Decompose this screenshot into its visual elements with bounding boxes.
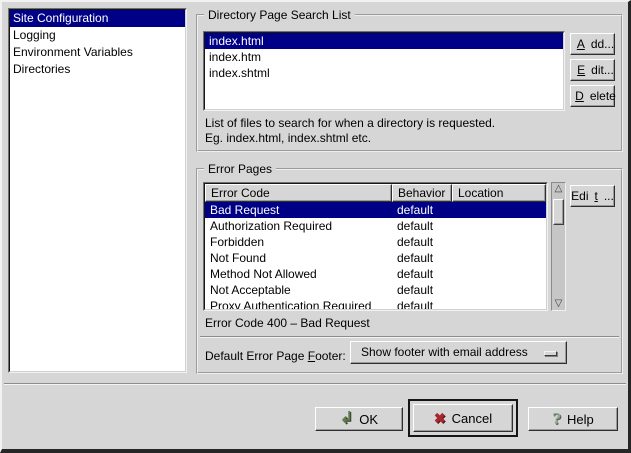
scrollbar-thumb[interactable]	[553, 199, 564, 225]
add-button-label-rest: dd...	[591, 37, 614, 51]
cell-behavior: default	[392, 234, 452, 250]
table-row-proxy-authentication-required[interactable]: Proxy Authentication Required default	[205, 298, 546, 309]
cell-location	[452, 298, 546, 309]
cell-error-code: Not Acceptable	[205, 282, 392, 298]
directory-file-list: index.html index.htm index.shtml	[203, 31, 565, 111]
site-configuration-dialog: Site Configuration Logging Environment V…	[0, 0, 631, 453]
table-row-not-acceptable[interactable]: Not Acceptable default	[205, 282, 546, 298]
edit-button-label-rest: dit...	[591, 63, 614, 77]
footer-label-mnemonic: F	[308, 349, 315, 363]
table-scrollbar[interactable]: △ ▽	[551, 182, 566, 311]
delete-button-mnemonic: D	[575, 89, 584, 103]
table-body: Bad Request default Authorization Requir…	[205, 202, 546, 309]
edit-button-mnemonic: E	[577, 63, 585, 77]
sidebar-item-environment-variables[interactable]: Environment Variables	[10, 44, 185, 61]
edit-file-button[interactable]: Edit...	[570, 59, 615, 81]
help-button[interactable]: ? Help	[528, 407, 618, 431]
column-header-location[interactable]: Location	[452, 184, 546, 202]
delete-button-label-rest: elete	[590, 89, 616, 103]
cell-location	[452, 218, 546, 234]
error-pages-group: Error Pages Error Code Behavior Location…	[196, 168, 623, 374]
cell-behavior: default	[392, 266, 452, 282]
cell-error-code: Forbidden	[205, 234, 392, 250]
add-button-mnemonic: A	[577, 37, 585, 51]
scroll-down-icon[interactable]: ▽	[552, 298, 565, 310]
directory-page-search-group: Directory Page Search List index.html in…	[196, 14, 623, 152]
ok-button-label: OK	[359, 412, 378, 427]
column-header-behavior[interactable]: Behavior	[392, 184, 452, 202]
sidebar-item-directories[interactable]: Directories	[10, 61, 185, 78]
cancel-icon: ✖	[434, 411, 446, 425]
footer-dropdown-value: Show footer with email address	[361, 345, 528, 359]
delete-button[interactable]: Delete	[570, 85, 615, 107]
separator	[4, 383, 626, 385]
cell-location	[452, 266, 546, 282]
sidebar-item-logging[interactable]: Logging	[10, 27, 185, 44]
cell-error-code: Proxy Authentication Required	[205, 298, 392, 309]
footer-label-pre: Default Error Page	[205, 349, 308, 363]
scroll-up-icon[interactable]: △	[552, 183, 565, 195]
edit-error-label-rest: ...	[604, 189, 614, 203]
edit-error-mnemonic: t	[594, 189, 597, 203]
table-row-method-not-allowed[interactable]: Method Not Allowed default	[205, 266, 546, 282]
sidebar-item-site-configuration[interactable]: Site Configuration	[10, 10, 185, 27]
list-item-index-htm[interactable]: index.htm	[205, 49, 563, 65]
cell-error-code: Not Found	[205, 250, 392, 266]
cell-behavior: default	[392, 298, 452, 309]
cell-error-code: Authorization Required	[205, 218, 392, 234]
table-row-forbidden[interactable]: Forbidden default	[205, 234, 546, 250]
default-button-ring: ✖ Cancel	[408, 399, 518, 437]
cell-location	[452, 282, 546, 298]
directory-file-list-inner: index.html index.htm index.shtml	[204, 32, 564, 110]
cell-location	[452, 250, 546, 266]
cell-error-code: Bad Request	[205, 202, 392, 218]
add-button[interactable]: Add...	[570, 33, 615, 55]
footer-dropdown[interactable]: Show footer with email address	[350, 341, 567, 364]
table-row-bad-request[interactable]: Bad Request default	[205, 202, 546, 218]
config-category-list: Site Configuration Logging Environment V…	[8, 8, 187, 373]
cell-behavior: default	[392, 218, 452, 234]
edit-error-page-button[interactable]: Edit...	[570, 185, 615, 207]
edit-error-label-pre: Edi	[571, 189, 588, 203]
table-row-not-found[interactable]: Not Found default	[205, 250, 546, 266]
error-pages-group-title: Error Pages	[204, 162, 276, 176]
cancel-button-label: Cancel	[452, 411, 492, 426]
cell-behavior: default	[392, 282, 452, 298]
table-row-authorization-required[interactable]: Authorization Required default	[205, 218, 546, 234]
error-pages-table-inner: Error Code Behavior Location Bad Request…	[204, 183, 547, 310]
list-item-index-shtml[interactable]: index.shtml	[205, 65, 563, 81]
cancel-button[interactable]: ✖ Cancel	[413, 404, 513, 432]
file-list-caption-line1: List of files to search for when a direc…	[205, 116, 495, 130]
cell-behavior: default	[392, 250, 452, 266]
directory-page-search-group-title: Directory Page Search List	[204, 8, 355, 22]
help-button-label: Help	[567, 412, 594, 427]
ok-button[interactable]: ↲ OK	[315, 407, 403, 431]
separator	[200, 336, 619, 338]
error-pages-table: Error Code Behavior Location Bad Request…	[203, 182, 548, 311]
table-header-row: Error Code Behavior Location	[205, 184, 546, 202]
footer-label-rest: ooter:	[315, 349, 346, 363]
config-category-list-inner: Site Configuration Logging Environment V…	[9, 9, 186, 372]
cell-location	[452, 202, 546, 218]
error-code-status: Error Code 400 – Bad Request	[205, 316, 370, 330]
file-list-caption-line2: Eg. index.html, index.shtml etc.	[205, 131, 371, 145]
help-icon: ?	[552, 412, 561, 427]
cell-error-code: Method Not Allowed	[205, 266, 392, 282]
cell-behavior: default	[392, 202, 452, 218]
column-header-error-code[interactable]: Error Code	[205, 184, 392, 202]
default-footer-label: Default Error Page Footer:	[205, 349, 346, 363]
ok-icon: ↲	[340, 411, 353, 427]
option-menu-indicator-icon	[544, 351, 557, 356]
list-item-index-html[interactable]: index.html	[205, 33, 563, 49]
cell-location	[452, 234, 546, 250]
